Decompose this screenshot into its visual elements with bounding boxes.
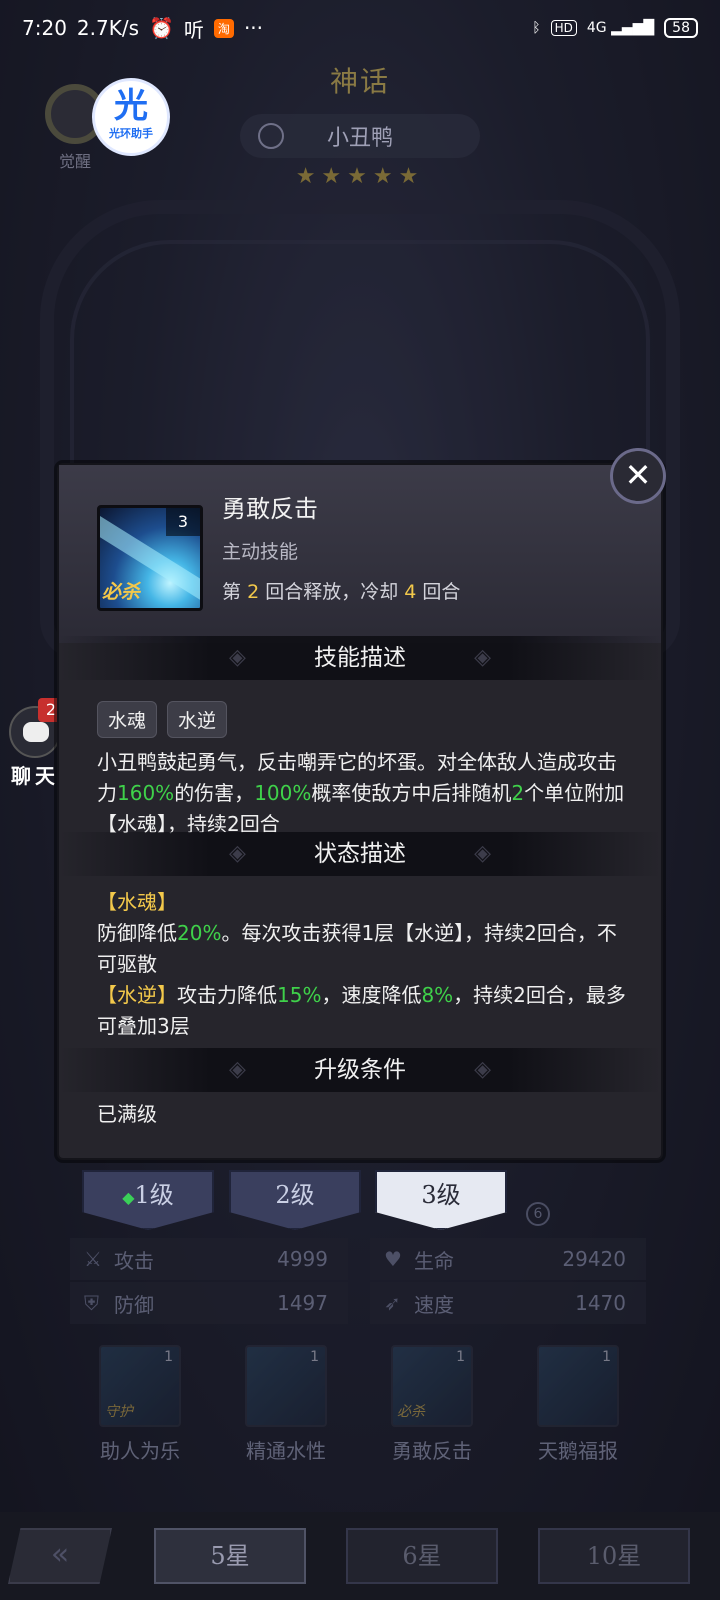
close-button[interactable]: ✕ — [610, 448, 666, 504]
ting-app-icon: 听 — [183, 17, 204, 42]
skill-description: 小丑鸭鼓起勇气，反击嘲弄它的坏蛋。对全体敌人造成攻击力160%的伤害，100%概… — [97, 750, 625, 836]
stat-hp: ♥ 生命 29420 — [370, 1238, 646, 1280]
stat-attack: ⚔ 攻击 4999 — [70, 1238, 348, 1280]
skill-icon: 1 — [537, 1345, 619, 1427]
tag-water-soul[interactable]: 水魂 — [97, 701, 158, 738]
close-icon: ✕ — [624, 456, 652, 494]
status-bar: 7:20 2.7K/s ⏰ 听 淘 ··· ᛒ HD 4G ▂▄▆█ 58 — [0, 0, 720, 56]
stat-value: 1470 — [575, 1291, 626, 1315]
level-extra-badge: 6 — [526, 1202, 550, 1226]
skill-icon: 1 必杀 — [391, 1345, 473, 1427]
stat-defense: ⛨ 防御 1497 — [70, 1282, 348, 1324]
skill-slot-2[interactable]: 1 精通水性 — [226, 1345, 346, 1464]
boot-icon: ➶ — [384, 1291, 401, 1315]
back-button[interactable]: « — [8, 1528, 112, 1584]
chat-label: 聊天 — [11, 764, 59, 788]
stat-label: 防御 — [114, 1292, 154, 1317]
star-tab-10[interactable]: 10星 — [538, 1528, 690, 1584]
stat-value: 4999 — [277, 1247, 328, 1271]
hero-class-icon — [258, 123, 284, 149]
stat-value: 29420 — [562, 1247, 626, 1271]
skill-slot-name: 精通水性 — [246, 1439, 326, 1463]
skill-name: 勇敢反击 — [222, 495, 318, 523]
section-title-skill-desc: 技能描述 — [59, 636, 661, 680]
taobao-icon: 淘 — [213, 18, 234, 38]
skill-slot-3[interactable]: 1 必杀 勇敢反击 — [372, 1345, 492, 1464]
chat-button[interactable]: 2 聊天 — [6, 698, 64, 789]
status-time: 7:20 — [22, 16, 67, 40]
hero-name: 小丑鸭 — [326, 126, 393, 151]
more-notifications-icon: ··· — [243, 16, 264, 40]
guanghuan-label: 光环助手 — [109, 127, 153, 140]
skill-slot-name: 助人为乐 — [100, 1439, 180, 1463]
section-title-upgrade: 升级条件 — [59, 1048, 661, 1092]
stat-label: 生命 — [414, 1248, 454, 1273]
skill-slot-name: 天鹅福报 — [538, 1439, 618, 1463]
stat-value: 1497 — [277, 1291, 328, 1315]
skill-slot-4[interactable]: 1 天鹅福报 — [518, 1345, 638, 1464]
heart-icon: ♥ — [384, 1247, 402, 1271]
status-tags: 水魂 水逆 — [97, 701, 228, 738]
stat-speed: ➶ 速度 1470 — [370, 1282, 646, 1324]
stat-label: 速度 — [414, 1292, 454, 1317]
alarm-icon: ⏰ — [149, 16, 174, 40]
signal-icon: 4G ▂▄▆█ — [586, 20, 655, 36]
hero-rarity: 神话 — [329, 65, 390, 98]
hero-name-bar: 小丑鸭 — [240, 114, 480, 158]
status-description: 【水魂】 防御降低20%。每次攻击获得1层【水逆】，持续2回合，不可驱散 【水逆】攻… — [97, 890, 626, 1038]
back-arrow-icon: « — [50, 1537, 70, 1572]
skill-icon: 3 必杀 — [97, 505, 203, 611]
skill-cooldown: 第 2 回合释放，冷却 4 回合 — [222, 581, 461, 603]
gem-icon: ◆ — [122, 1188, 135, 1207]
star-tab-5[interactable]: 5星 — [154, 1528, 306, 1584]
section-title-status-desc: 状态描述 — [59, 832, 661, 876]
tag-water-reverse[interactable]: 水逆 — [167, 701, 228, 738]
bluetooth-icon: ᛒ — [532, 20, 541, 36]
skill-type: 主动技能 — [222, 541, 299, 563]
stat-label: 攻击 — [114, 1248, 154, 1273]
ultimate-tag: 必杀 — [102, 581, 141, 603]
hd-icon: HD — [550, 20, 577, 36]
hero-stars: ★★★★★ — [295, 164, 425, 189]
skill-slot-name: 勇敢反击 — [392, 1439, 472, 1463]
skill-slot-1[interactable]: 1 守护 助人为乐 — [80, 1345, 200, 1464]
skill-icon: 1 — [245, 1345, 327, 1427]
upgrade-condition: 已满级 — [97, 1102, 157, 1126]
network-speed: 2.7K/s — [76, 16, 140, 40]
skill-detail-modal: 3 必杀 勇敢反击 主动技能 第 2 回合释放，冷却 4 回合 技能描述 水魂 … — [57, 463, 663, 1160]
skill-level: 3 — [166, 508, 200, 536]
skill-icon: 1 守护 — [99, 1345, 181, 1427]
battery-icon: 58 — [664, 18, 698, 38]
star-tab-6[interactable]: 6星 — [346, 1528, 498, 1584]
shield-icon: ⛨ — [84, 1291, 99, 1315]
sword-icon: ⚔ — [84, 1247, 102, 1271]
